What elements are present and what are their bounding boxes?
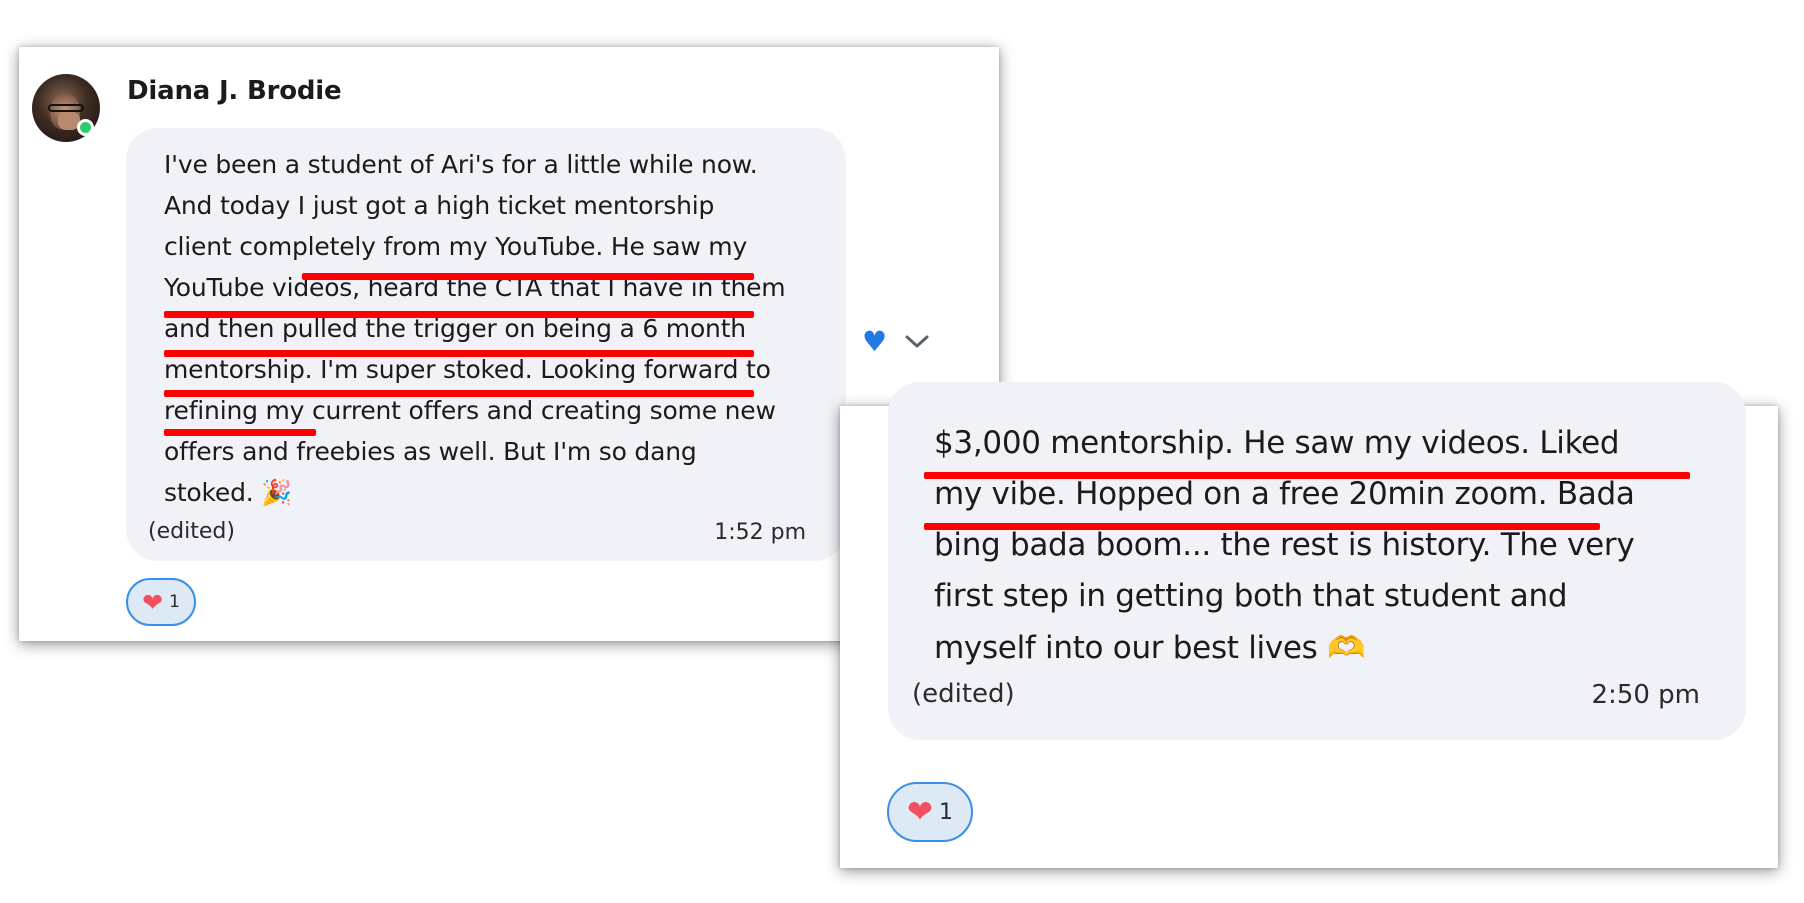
- like-icon[interactable]: ♥: [862, 328, 887, 356]
- message-line: stoked. 🎉: [164, 478, 293, 507]
- highlight-underline: [164, 350, 754, 357]
- heart-icon: ❤: [142, 587, 164, 617]
- message-bubble[interactable]: I've been a student of Ari's for a littl…: [126, 128, 846, 561]
- message-line: my vibe. Hopped on a free 20min zoom. Ba…: [934, 476, 1635, 512]
- reaction-heart-button[interactable]: ❤ 1: [887, 782, 973, 842]
- chevron-down-icon[interactable]: [905, 335, 929, 349]
- reaction-count: 1: [938, 799, 953, 825]
- message-actions: ♥: [862, 328, 929, 356]
- message-line: bing bada boom... the rest is history. T…: [934, 527, 1635, 563]
- highlight-underline: [302, 273, 754, 280]
- message-timestamp: 1:52 pm: [714, 520, 806, 545]
- heart-icon: ❤: [907, 794, 933, 830]
- message-line: offers and freebies as well. But I'm so …: [164, 437, 697, 466]
- reaction-heart-button[interactable]: ❤ 1: [126, 578, 196, 626]
- author-name[interactable]: Diana J. Brodie: [127, 76, 342, 106]
- reaction-count: 1: [169, 592, 180, 612]
- message-card-2: $3,000 mentorship. He saw my videos. Lik…: [840, 382, 1778, 868]
- message-line: I've been a student of Ari's for a littl…: [164, 150, 758, 179]
- message-line: myself into our best lives 🫶: [934, 630, 1366, 666]
- online-status-dot: [77, 119, 94, 136]
- message-line: first step in getting both that student …: [934, 578, 1568, 614]
- message-line: $3,000 mentorship. He saw my videos. Lik…: [934, 425, 1620, 461]
- message-line: And today I just got a high ticket mento…: [164, 191, 715, 220]
- avatar-glasses: [48, 104, 84, 112]
- message-line: mentorship. I'm super stoked. Looking fo…: [164, 355, 771, 384]
- message-line: refining my current offers and creating …: [164, 396, 776, 425]
- message-line: client completely from my YouTube. He sa…: [164, 232, 748, 261]
- message-bubble[interactable]: $3,000 mentorship. He saw my videos. Lik…: [888, 382, 1746, 740]
- highlight-underline: [164, 390, 754, 397]
- message-line: and then pulled the trigger on being a 6…: [164, 314, 746, 343]
- highlight-underline: [164, 429, 316, 436]
- highlight-underline: [924, 472, 1690, 479]
- edited-label: (edited): [912, 679, 1015, 709]
- highlight-underline: [924, 523, 1600, 530]
- highlight-underline: [164, 311, 754, 318]
- message-timestamp: 2:50 pm: [1591, 680, 1700, 710]
- edited-label: (edited): [148, 519, 235, 544]
